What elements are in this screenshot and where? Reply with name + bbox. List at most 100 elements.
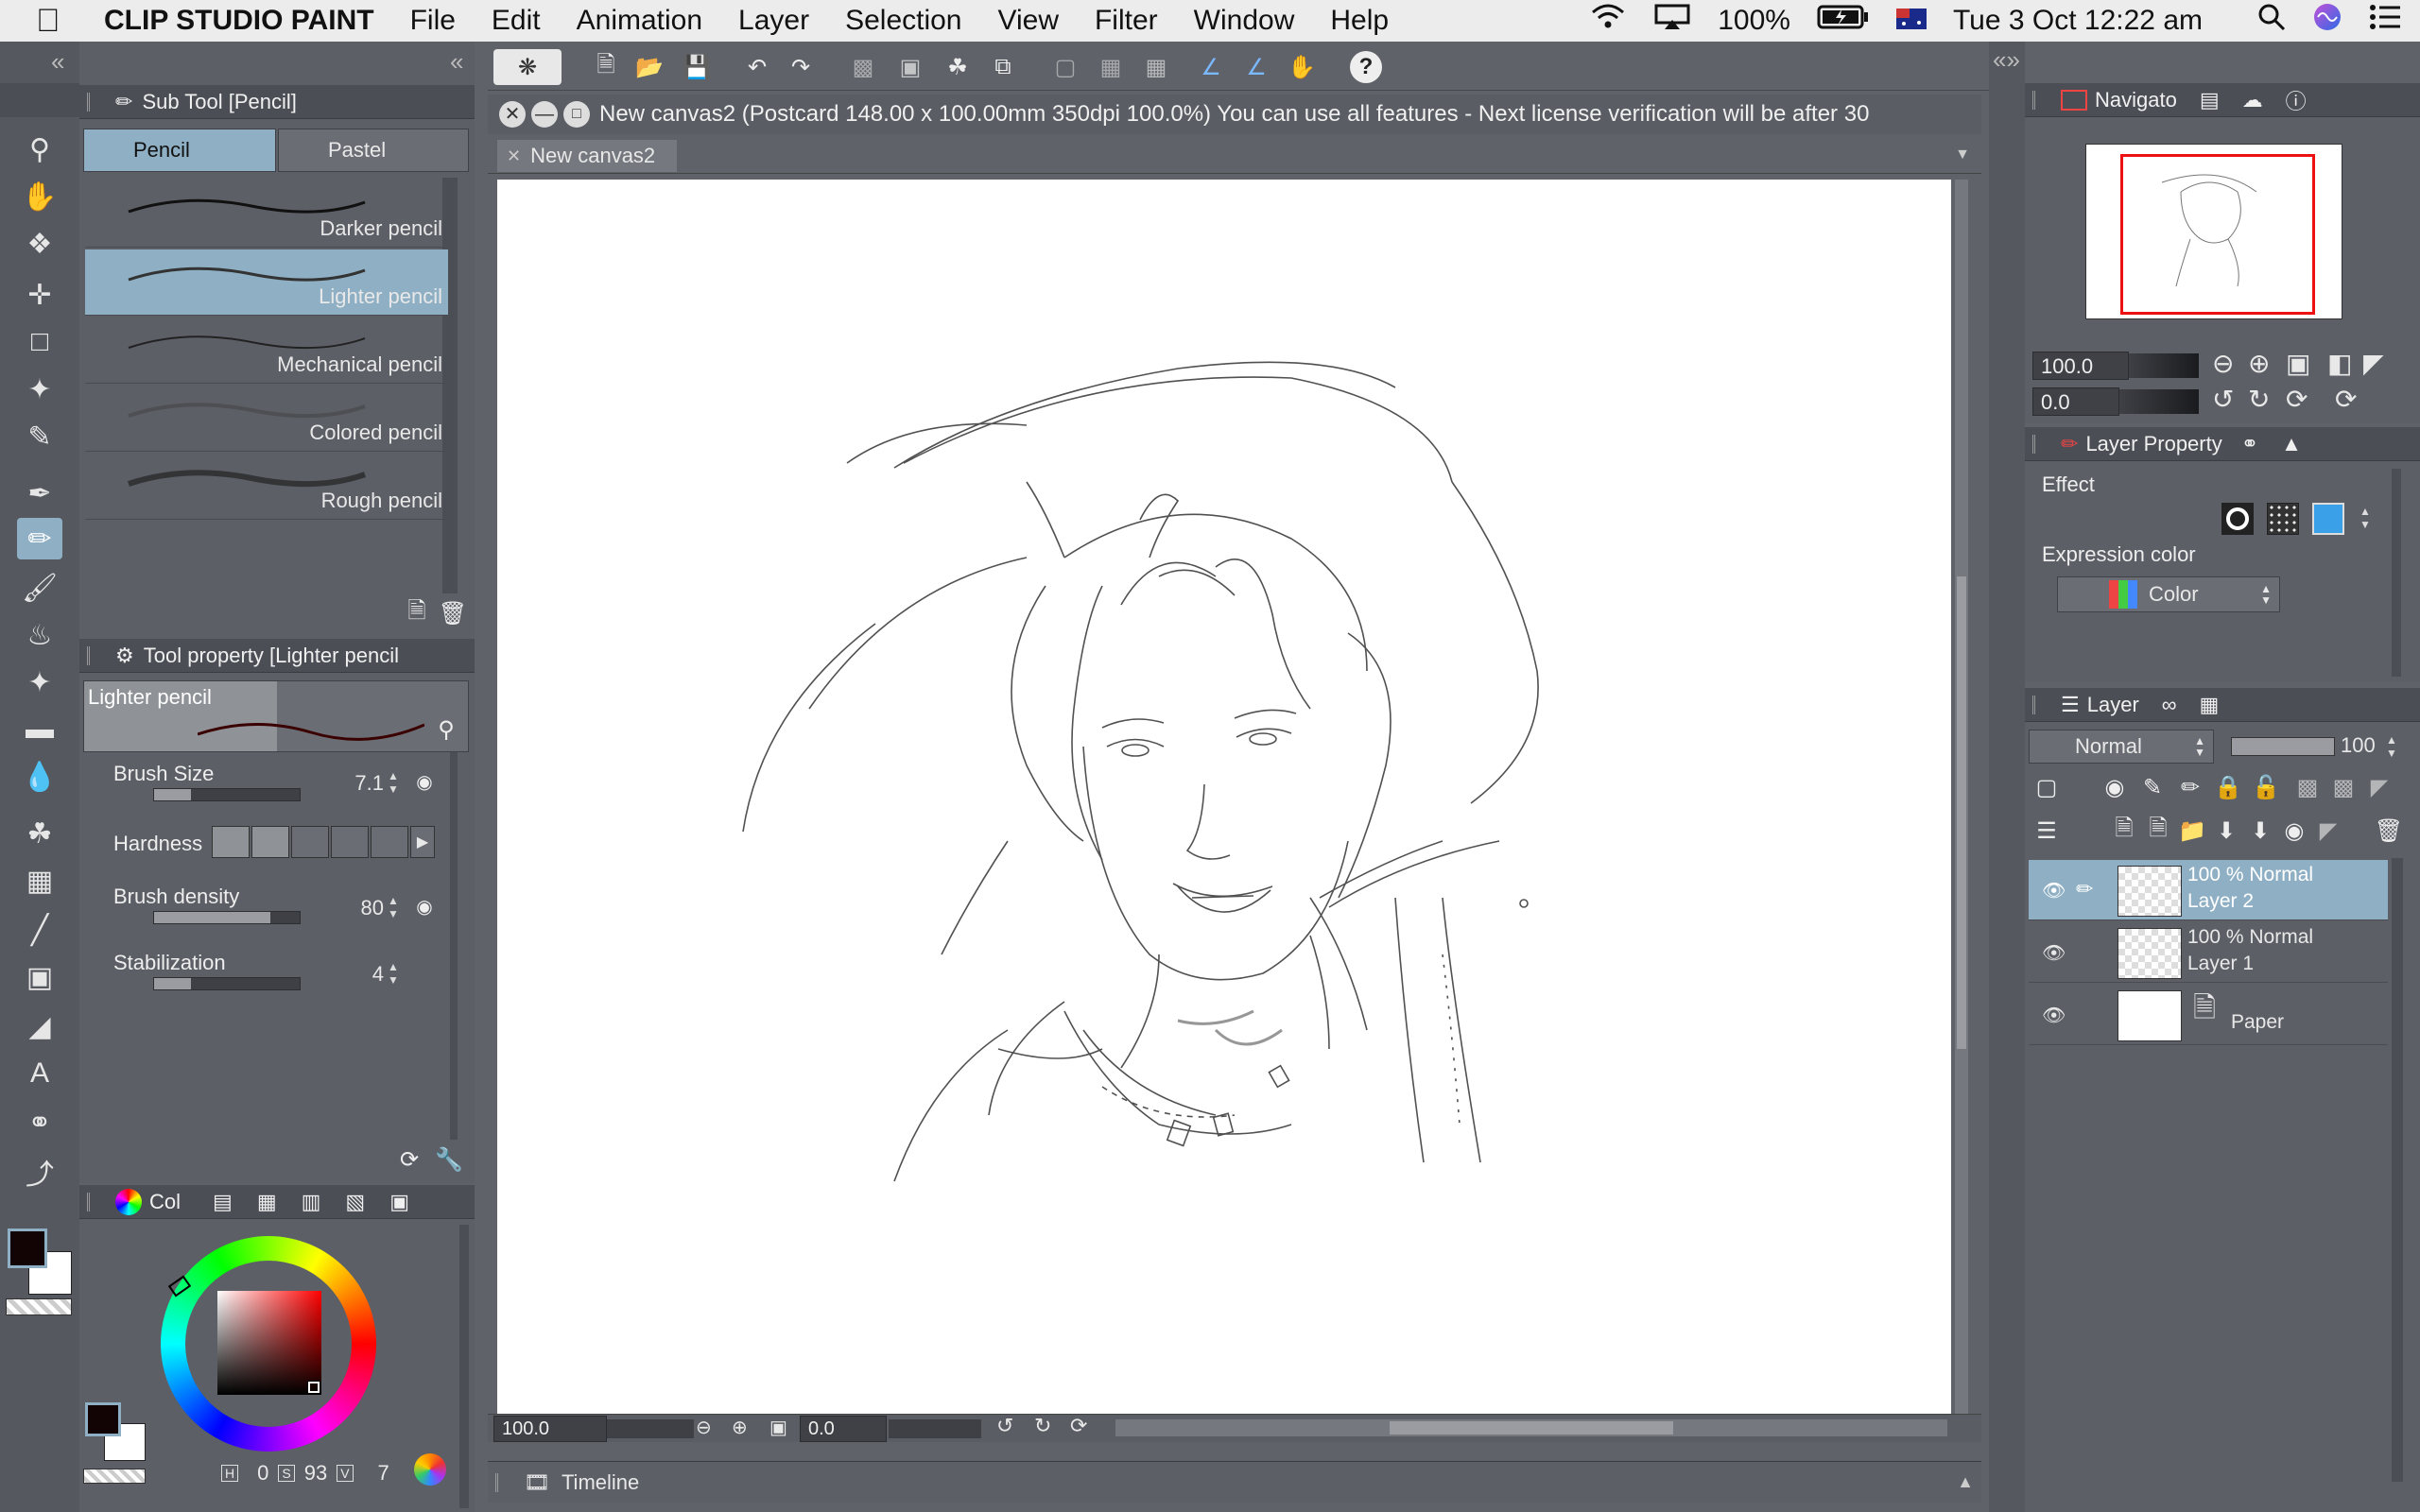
layer-search-tab-icon[interactable]: ⚭ xyxy=(2241,432,2258,456)
menu-selection[interactable]: Selection xyxy=(845,5,961,37)
subtool-item-rough-pencil[interactable]: Rough pencil xyxy=(85,454,448,520)
mask-enable-icon[interactable]: ▩ xyxy=(2291,771,2324,803)
auto-select-tool-icon[interactable]: ✦ xyxy=(17,369,62,410)
frame-border-tool-icon[interactable]: ▣ xyxy=(17,956,62,998)
close-window-icon[interactable]: ✕ xyxy=(499,101,526,128)
panel-menu-icon[interactable] xyxy=(495,1472,514,1492)
navigator-rotate-left-icon[interactable]: ↺ xyxy=(2212,384,2234,415)
new-vector-layer-icon[interactable]: 🗎 xyxy=(2142,815,2174,847)
ruler-range-icon[interactable]: ◤ xyxy=(2363,771,2395,803)
pressure-curve-2-icon[interactable]: ∠ xyxy=(1240,51,1272,83)
panel-menu-icon[interactable] xyxy=(87,645,106,665)
delete-layer-icon[interactable]: 🗑 xyxy=(2373,815,2405,847)
panel-menu-icon[interactable] xyxy=(2032,90,2051,110)
navigator-tab-icon[interactable] xyxy=(2061,89,2087,111)
intermediate-color-tab-icon[interactable]: ▥ xyxy=(302,1190,321,1214)
hand-tool-icon[interactable]: ✋ xyxy=(17,176,62,217)
hardness-step[interactable] xyxy=(371,826,408,858)
hardness-step[interactable] xyxy=(331,826,369,858)
spotlight-search-icon[interactable] xyxy=(2257,3,2286,39)
effect-tone-icon[interactable] xyxy=(2267,503,2299,535)
collapse-sidebar-icon[interactable]: « xyxy=(450,47,463,77)
menu-layer[interactable]: Layer xyxy=(738,5,809,37)
layer-row-layer-2[interactable]: 👁 ✏ 100 % Normal Layer 2 xyxy=(2029,860,2388,920)
info-tab-icon[interactable]: ⓘ xyxy=(2286,85,2307,115)
canvas-angle-field[interactable]: 0.0 xyxy=(800,1416,887,1442)
menu-filter[interactable]: Filter xyxy=(1095,5,1158,37)
open-file-icon[interactable]: 📂 xyxy=(633,51,666,83)
tool-property-scrollbar[interactable] xyxy=(450,752,458,1140)
brush-density-spinner[interactable]: ▲ ▼ xyxy=(388,894,403,920)
stabilization-slider[interactable] xyxy=(153,977,301,990)
brush-tool-icon[interactable]: 🖌 xyxy=(17,567,62,609)
main-color-swatch[interactable] xyxy=(8,1228,47,1268)
timeline-label[interactable]: Timeline xyxy=(562,1470,639,1495)
layer-tab-icon[interactable]: ☰ xyxy=(2061,693,2080,717)
panel-menu-icon[interactable] xyxy=(87,1192,106,1211)
layer-row-layer-1[interactable]: 👁 100 % Normal Layer 1 xyxy=(2029,922,2388,983)
canvas-zoom-slider[interactable] xyxy=(607,1419,694,1438)
item-bank-tab-icon[interactable]: ☁ xyxy=(2242,88,2263,112)
zoom-tool-icon[interactable]: ⚲ xyxy=(17,129,62,170)
brush-density-slider[interactable] xyxy=(153,911,301,924)
wifi-icon[interactable] xyxy=(1589,3,1627,39)
canvas-vertical-scrollbar[interactable] xyxy=(1955,180,1968,1414)
navigator-fit-icon[interactable]: ▣ xyxy=(2286,348,2310,379)
navigator-zoom-slider[interactable] xyxy=(2129,353,2199,378)
pressure-curve-icon[interactable]: ∠ xyxy=(1195,51,1227,83)
panel-main-color-swatch[interactable] xyxy=(85,1402,121,1436)
navigator-flip-v-icon[interactable]: ◤ xyxy=(2363,348,2384,379)
operation-tool-icon[interactable]: ❖ xyxy=(17,223,62,265)
subtool-item-mechanical-pencil[interactable]: Mechanical pencil xyxy=(85,318,448,384)
reset-rotation-icon[interactable]: ⟳ xyxy=(1070,1414,1087,1438)
help-icon[interactable]: ? xyxy=(1350,51,1382,83)
close-tab-icon[interactable]: ✕ xyxy=(507,146,521,166)
airbrush-tool-icon[interactable]: ♨ xyxy=(17,614,62,656)
stabilization-value[interactable]: 4 xyxy=(327,962,384,987)
new-file-icon[interactable]: 🗎 xyxy=(590,51,622,83)
selection-tool-icon[interactable]: □ xyxy=(17,321,62,363)
pencil-tool-icon[interactable]: ✏ xyxy=(17,518,62,559)
canvas-zoom-field[interactable]: 100.0 xyxy=(493,1416,607,1442)
mask-area-icon[interactable]: ▩ xyxy=(2327,771,2360,803)
canvas-horizontal-scrollbar[interactable] xyxy=(1115,1419,1947,1436)
s-value[interactable]: 93 xyxy=(304,1461,327,1486)
tab-pencil[interactable]: Pencil xyxy=(83,129,276,172)
effect-scroll-spinner[interactable]: ▲ ▼ xyxy=(2360,505,2375,531)
navigator-flip-icon[interactable]: ⟳ xyxy=(2335,384,2357,415)
sv-cursor[interactable] xyxy=(307,1381,320,1394)
reset-tool-icon[interactable]: ⟳ xyxy=(393,1143,425,1176)
color-history-tab-icon[interactable]: ▣ xyxy=(389,1190,409,1214)
layer-row-paper[interactable]: 👁 🗎 Paper xyxy=(2029,985,2388,1045)
hardness-step[interactable] xyxy=(251,826,289,858)
navigator-zoom-out-icon[interactable]: ⊖ xyxy=(2212,348,2234,379)
navigator-reset-rotation-icon[interactable]: ⟳ xyxy=(2286,384,2308,415)
tool-settings-search-icon[interactable]: ⚲ xyxy=(430,713,462,746)
app-name[interactable]: CLIP STUDIO PAINT xyxy=(104,5,374,37)
v-value[interactable]: 7 xyxy=(378,1461,389,1486)
battery-icon[interactable] xyxy=(1817,4,1870,38)
airplay-icon[interactable] xyxy=(1653,3,1691,39)
auto-action-tab-icon[interactable]: ▦ xyxy=(2199,693,2219,717)
color-wheel-tab-label[interactable]: Col xyxy=(149,1190,181,1214)
ruler-create-icon[interactable]: ◤ xyxy=(2312,815,2344,847)
color-set-tab-icon[interactable]: ▦ xyxy=(257,1190,277,1214)
siri-icon[interactable] xyxy=(2312,2,2342,40)
color-wheel-tab-icon[interactable] xyxy=(115,1188,142,1215)
expand-dock-icon[interactable]: «» xyxy=(1993,45,2020,75)
menu-view[interactable]: View xyxy=(998,5,1059,37)
navigator-zoom-in-icon[interactable]: ⊕ xyxy=(2248,348,2270,379)
color-slider-tab-icon[interactable]: ▤ xyxy=(213,1190,233,1214)
approximate-color-tab-icon[interactable]: ▧ xyxy=(345,1190,365,1214)
ruler-tool-icon[interactable]: ◢ xyxy=(17,1005,62,1047)
effect-border-icon[interactable] xyxy=(2221,503,2254,535)
text-tool-icon[interactable]: A xyxy=(17,1053,62,1094)
apple-menu-icon[interactable]:  xyxy=(36,3,87,40)
input-source-flag-icon[interactable] xyxy=(1895,5,1927,37)
hardness-selector[interactable]: ▶ xyxy=(212,826,435,858)
delete-subtool-icon[interactable]: 🗑 xyxy=(437,597,469,629)
tool-settings-wrench-icon[interactable]: 🔧 xyxy=(433,1143,465,1176)
navigator-zoom-field[interactable]: 100.0 xyxy=(2032,352,2129,380)
subtool-item-darker-pencil[interactable]: Darker pencil xyxy=(85,181,448,248)
blend-tool-icon[interactable]: 💧 xyxy=(17,756,62,798)
